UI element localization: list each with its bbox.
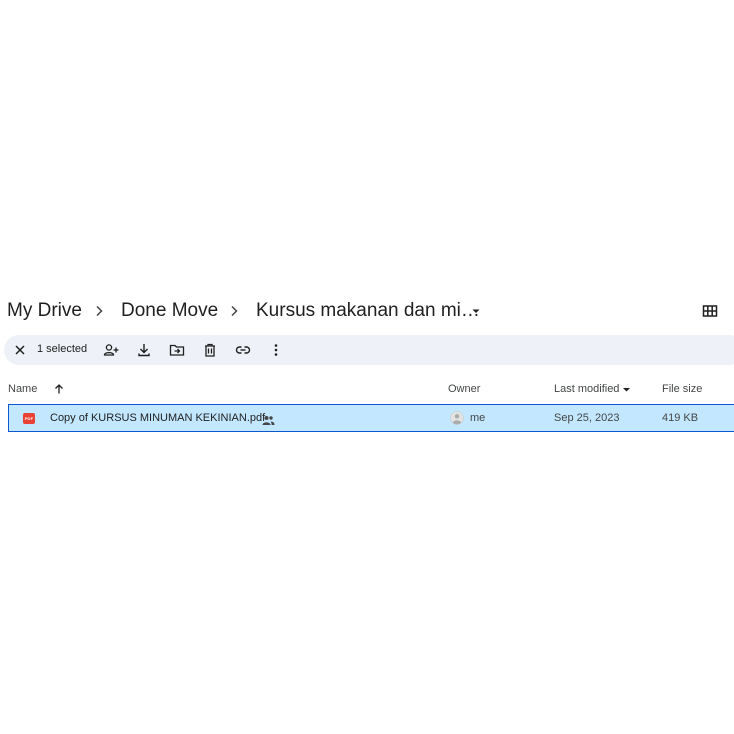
column-header-last-modified-label: Last modified <box>554 383 620 395</box>
column-header-file-size[interactable]: File size <box>662 383 702 395</box>
file-row[interactable]: PDF Copy of KURSUS MINUMAN KEKINIAN.pdf … <box>8 404 734 432</box>
grid-view-icon[interactable] <box>700 302 720 320</box>
selection-toolbar: 1 selected <box>4 335 734 365</box>
file-owner: me <box>470 412 486 424</box>
folder-menu-dropdown-icon[interactable] <box>468 303 484 319</box>
sort-ascending-arrow-icon[interactable] <box>53 382 65 394</box>
file-size: 419 KB <box>662 412 699 424</box>
trash-icon[interactable] <box>201 341 219 359</box>
close-icon[interactable] <box>11 341 29 359</box>
breadcrumb-done-move[interactable]: Done Move <box>121 299 218 323</box>
column-header-name[interactable]: Name <box>8 383 37 395</box>
download-icon[interactable] <box>135 341 153 359</box>
sort-dropdown-icon <box>623 387 631 392</box>
selected-count: 1 selected <box>37 343 88 355</box>
more-vert-icon[interactable] <box>267 341 285 359</box>
chevron-right-icon <box>91 303 107 319</box>
breadcrumb: My Drive Done Move Kursus makanan dan mi… <box>0 294 734 328</box>
chevron-right-icon <box>226 303 242 319</box>
pdf-icon: PDF <box>23 413 35 424</box>
file-name: Copy of KURSUS MINUMAN KEKINIAN.pdf <box>50 412 266 424</box>
shared-people-icon <box>262 413 275 425</box>
link-icon[interactable] <box>234 341 252 359</box>
owner-avatar-icon <box>450 411 464 425</box>
file-last-modified: Sep 25, 2023 <box>554 412 620 424</box>
column-header-last-modified[interactable]: Last modified <box>554 383 631 395</box>
person-add-icon[interactable] <box>102 341 120 359</box>
column-headers: Name Owner Last modified File size <box>0 378 734 400</box>
breadcrumb-current-folder[interactable]: Kursus makanan dan mi… <box>256 299 480 323</box>
folder-move-icon[interactable] <box>168 341 186 359</box>
column-header-owner[interactable]: Owner <box>448 383 480 395</box>
drive-page: My Drive Done Move Kursus makanan dan mi… <box>0 0 734 734</box>
breadcrumb-my-drive[interactable]: My Drive <box>7 299 82 323</box>
